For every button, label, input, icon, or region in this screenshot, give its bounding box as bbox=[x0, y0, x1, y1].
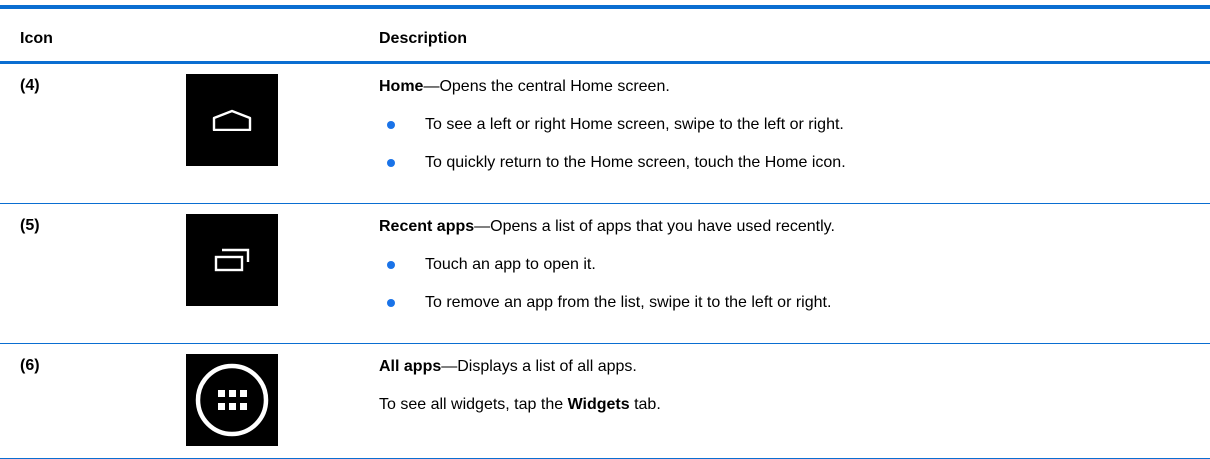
row-description: Recent apps—Opens a list of apps that yo… bbox=[379, 217, 1179, 313]
bullet-icon bbox=[387, 299, 395, 307]
row-number: (6) bbox=[20, 357, 40, 374]
list-item: To quickly return to the Home screen, to… bbox=[379, 153, 1179, 173]
bullet-icon bbox=[387, 261, 395, 269]
row-title-line: Recent apps—Opens a list of apps that yo… bbox=[379, 217, 1179, 237]
bullet-text: Touch an app to open it. bbox=[425, 256, 596, 273]
list-item: To remove an app from the list, swipe it… bbox=[379, 293, 1179, 313]
row-title-rest: —Opens a list of apps that you have used… bbox=[474, 218, 835, 235]
row-description: Home—Opens the central Home screen. To s… bbox=[379, 77, 1179, 173]
widgets-tab-label: Widgets bbox=[567, 396, 630, 413]
row-divider bbox=[0, 203, 1210, 204]
home-icon bbox=[186, 74, 278, 166]
header-icon-column: Icon bbox=[20, 30, 53, 47]
bullet-icon bbox=[387, 159, 395, 167]
list-item: Touch an app to open it. bbox=[379, 255, 1179, 275]
bullet-text: To see a left or right Home screen, swip… bbox=[425, 116, 844, 133]
header-rule bbox=[0, 61, 1210, 64]
row-title: All apps bbox=[379, 358, 442, 375]
bullet-icon bbox=[387, 121, 395, 129]
extra-text-pre: To see all widgets, tap the bbox=[379, 396, 568, 413]
table-header: Icon Description bbox=[0, 9, 1210, 61]
row-title: Home bbox=[379, 78, 424, 95]
row-title-rest: —Displays a list of all apps. bbox=[441, 358, 637, 375]
row-title-rest: —Opens the central Home screen. bbox=[423, 78, 670, 95]
bullet-text: To quickly return to the Home screen, to… bbox=[425, 154, 846, 171]
row-number: (4) bbox=[20, 77, 40, 94]
header-description-column: Description bbox=[379, 30, 468, 47]
row-title-line: Home—Opens the central Home screen. bbox=[379, 77, 1179, 97]
row-description: All apps—Displays a list of all apps. To… bbox=[379, 357, 1179, 415]
extra-text-post: tab. bbox=[629, 396, 661, 413]
row-number: (5) bbox=[20, 217, 40, 234]
list-item: To see a left or right Home screen, swip… bbox=[379, 115, 1179, 135]
row-title: Recent apps bbox=[379, 218, 475, 235]
row-title-line: All apps—Displays a list of all apps. bbox=[379, 357, 1179, 377]
bullet-text: To remove an app from the list, swipe it… bbox=[425, 294, 832, 311]
row-divider bbox=[0, 343, 1210, 344]
all-apps-icon bbox=[186, 354, 278, 446]
row-extra-line: To see all widgets, tap the Widgets tab. bbox=[379, 395, 1179, 415]
recent-apps-icon bbox=[186, 214, 278, 306]
